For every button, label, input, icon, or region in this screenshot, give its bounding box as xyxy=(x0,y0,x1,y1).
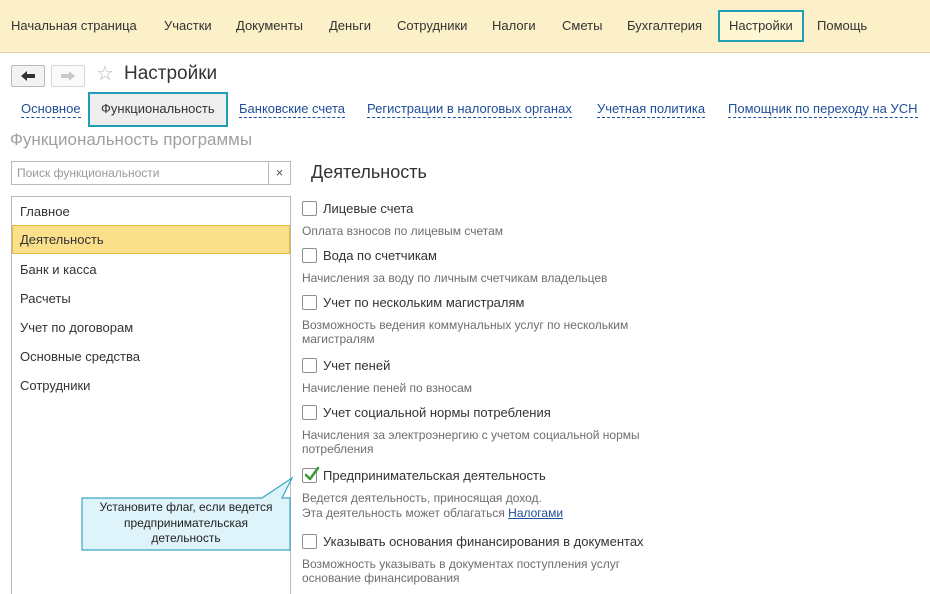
menu-item-accounting[interactable]: Бухгалтерия xyxy=(627,0,702,53)
menu-item-plots[interactable]: Участки xyxy=(164,0,212,53)
search-box: × xyxy=(11,161,291,185)
tab-main[interactable]: Основное xyxy=(21,101,81,118)
callout-line: детельность xyxy=(151,531,221,545)
page-title: Настройки xyxy=(124,63,218,84)
menu-item-money[interactable]: Деньги xyxy=(329,0,371,53)
tab-usn-assistant[interactable]: Помощник по переходу на УСН xyxy=(728,101,918,118)
tab-accounting-policy[interactable]: Учетная политика xyxy=(597,101,706,118)
checkbox-social-norm[interactable] xyxy=(302,405,317,420)
callout-line: предпринимательская xyxy=(123,515,249,530)
arrow-right-icon xyxy=(61,71,75,81)
list-item-main[interactable]: Главное xyxy=(12,197,290,226)
menu-item-documents[interactable]: Документы xyxy=(236,0,303,53)
tab-bank-accounts[interactable]: Банковские счета xyxy=(239,101,346,118)
option-description: магистралям xyxy=(302,332,375,346)
option-description: основание финансирования xyxy=(302,571,460,585)
tab-tax-registrations[interactable]: Регистрации в налоговых органах xyxy=(367,101,572,118)
list-item-bank-cash[interactable]: Банк и касса xyxy=(12,255,290,284)
option-label[interactable]: Предпринимательская деятельность xyxy=(323,468,546,484)
checkbox-penalties[interactable] xyxy=(302,358,317,373)
list-item-contracts[interactable]: Учет по договорам xyxy=(12,313,290,342)
list-item-employees[interactable]: Сотрудники xyxy=(12,371,290,400)
list-item-activity[interactable]: Деятельность xyxy=(12,225,290,254)
menu-item-employees[interactable]: Сотрудники xyxy=(397,0,467,53)
option-description: потребления xyxy=(302,442,374,456)
checkbox-multiple-mains[interactable] xyxy=(302,295,317,310)
option-description: Начисления за воду по личным счетчикам в… xyxy=(302,271,608,285)
hint-callout-text: Установите флаг, если ведется предприним… xyxy=(80,500,292,547)
star-icon[interactable]: ☆ xyxy=(96,63,114,85)
option-description: Начисление пеней по взносам xyxy=(302,381,473,395)
taxes-link[interactable]: Налогами xyxy=(508,506,563,520)
menu-item-settings[interactable]: Настройки xyxy=(718,10,804,42)
checkbox-water-meters[interactable] xyxy=(302,248,317,263)
section-title: Функциональность программы xyxy=(10,130,253,149)
checkbox-personal-accounts[interactable] xyxy=(302,201,317,216)
menu-item-home[interactable]: Начальная страница xyxy=(11,0,137,53)
option-label[interactable]: Лицевые счета xyxy=(323,201,413,217)
option-label[interactable]: Учет социальной нормы потребления xyxy=(323,405,551,421)
clear-icon[interactable]: × xyxy=(268,162,290,184)
search-input[interactable] xyxy=(12,162,268,184)
option-label[interactable]: Вода по счетчикам xyxy=(323,248,437,264)
checkmark-icon xyxy=(304,466,320,481)
menu-item-help[interactable]: Помощь xyxy=(817,0,867,53)
option-label[interactable]: Указывать основания финансирования в док… xyxy=(323,534,644,550)
checkbox-business-activity[interactable] xyxy=(302,466,320,483)
tab-functionality[interactable]: Функциональность xyxy=(88,92,228,127)
callout-line: Установите флаг, если ведется xyxy=(99,500,273,514)
checkbox-funding-basis[interactable] xyxy=(302,534,317,549)
option-label[interactable]: Учет пеней xyxy=(323,358,390,374)
menu-item-estimates[interactable]: Сметы xyxy=(562,0,602,53)
forward-button[interactable] xyxy=(51,65,85,87)
main-menu: Начальная страница Участки Документы Ден… xyxy=(0,0,930,53)
menu-item-taxes[interactable]: Налоги xyxy=(492,0,536,53)
back-button[interactable] xyxy=(11,65,45,87)
arrow-left-icon xyxy=(21,71,35,81)
list-item-settlements[interactable]: Расчеты xyxy=(12,284,290,313)
option-label[interactable]: Учет по нескольким магистралям xyxy=(323,295,524,311)
option-description: Ведется деятельность, приносящая доход. xyxy=(302,491,542,505)
option-description: Оплата взносов по лицевым счетам xyxy=(302,224,504,238)
list-item-fixed-assets[interactable]: Основные средства xyxy=(12,342,290,371)
option-description: Эта деятельность может облагаться Налога… xyxy=(302,506,564,520)
panel-heading: Деятельность xyxy=(311,162,427,182)
